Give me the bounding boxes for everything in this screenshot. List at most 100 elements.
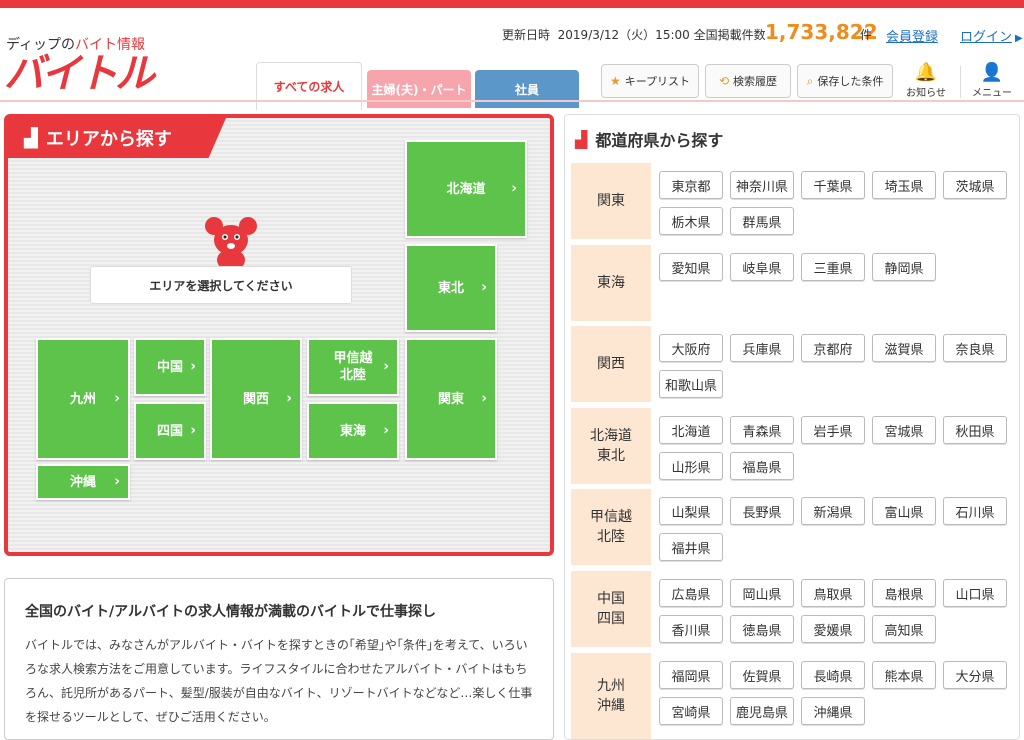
prefecture-button[interactable]: 群馬県 [730,207,794,235]
region-kyushu-button[interactable]: 九州 › [36,338,130,460]
info-box: 全国のバイト/アルバイトの求人情報が満載のバイトルで仕事探し バイトルでは、みな… [4,578,554,740]
region-hokkaido-button[interactable]: 北海道 › [405,140,527,238]
chevron-right-icon: › [114,473,120,490]
notice-button[interactable]: 🔔 お知らせ [898,62,954,99]
prefecture-button[interactable]: 和歌山県 [659,370,723,398]
prefecture-button[interactable]: 岡山県 [730,579,794,607]
saved-conditions-button[interactable]: ⌕ 保存した条件 [797,64,893,98]
region-kansai-button[interactable]: 関西 › [210,338,302,460]
prefecture-button[interactable]: 鳥取県 [801,579,865,607]
prefecture-button[interactable]: 広島県 [659,579,723,607]
region-okinawa-button[interactable]: 沖縄 › [36,464,130,500]
prefecture-button[interactable]: 神奈川県 [730,171,794,199]
chevron-right-icon: › [481,279,487,296]
prefecture-button[interactable]: 石川県 [943,497,1007,525]
register-link[interactable]: 会員登録 [886,26,938,45]
chevron-right-icon: › [383,422,389,439]
prefecture-button[interactable]: 福井県 [659,533,723,561]
tab-employee[interactable]: 社員 [475,70,579,108]
prefecture-button[interactable]: 熊本県 [872,661,936,689]
tab-part-time[interactable]: 主婦(夫)・パート [367,70,471,108]
region-kanto-button[interactable]: 関東 › [405,338,497,460]
prefecture-button[interactable]: 山梨県 [659,497,723,525]
keep-list-button[interactable]: ★ キープリスト [601,64,699,98]
chevron-right-icon: › [114,390,120,407]
prefecture-button[interactable]: 岐阜県 [730,253,794,281]
prefecture-button[interactable]: 富山県 [872,497,936,525]
prefecture-button[interactable]: 千葉県 [801,171,865,199]
prefecture-group-row: 東海 愛知県 岐阜県 三重県 静岡県 [571,245,1013,321]
region-tohoku-button[interactable]: 東北 › [405,244,497,332]
prefecture-button[interactable]: 山形県 [659,452,723,480]
prefecture-button[interactable]: 兵庫県 [730,334,794,362]
chevron-right-icon: › [286,390,292,407]
prefecture-button[interactable]: 茨城県 [943,171,1007,199]
prefecture-group-label: 関東 [571,163,651,239]
info-body: バイトルでは、みなさんがアルバイト・バイトを探すときの｢希望｣や｢条件｣を考えて… [25,638,533,724]
prefecture-button[interactable]: 長崎県 [801,661,865,689]
prefecture-group-label: 中国 四国 [571,571,651,647]
login-link[interactable]: ログイン ▶ [960,26,1023,45]
prefecture-group-row: 関西 大阪府 兵庫県 京都府 滋賀県 奈良県 和歌山県 [571,326,1013,402]
prefecture-button[interactable]: 静岡県 [872,253,936,281]
prefecture-button[interactable]: 北海道 [659,416,723,444]
search-history-button[interactable]: ⟲ 検索履歴 [705,64,791,98]
divider [960,66,961,98]
prefecture-button[interactable]: 岩手県 [801,416,865,444]
prefecture-search-heading: ▟ 都道府県から探す [575,129,724,151]
tab-all-jobs[interactable]: すべての求人 [256,62,362,110]
prefecture-group-label: 甲信越 北陸 [571,489,651,565]
history-icon: ⟲ [718,74,730,88]
region-shikoku-button[interactable]: 四国 › [134,402,206,460]
header-divider [0,100,1024,102]
prefecture-button[interactable]: 東京都 [659,171,723,199]
search-icon: ⌕ [806,73,814,88]
prefecture-button[interactable]: 秋田県 [943,416,1007,444]
prefecture-group-label: 東海 [571,245,651,321]
select-area-message: エリアを選択してください [90,266,352,304]
prefecture-button[interactable]: 三重県 [801,253,865,281]
prefecture-button[interactable]: 埼玉県 [872,171,936,199]
user-icon: 👤 [980,62,1004,83]
prefecture-button[interactable]: 高知県 [872,615,936,643]
prefecture-button[interactable]: 島根県 [872,579,936,607]
prefecture-button[interactable]: 香川県 [659,615,723,643]
prefecture-button[interactable]: 奈良県 [943,334,1007,362]
prefecture-button[interactable]: 京都府 [801,334,865,362]
region-koshinetsu-button[interactable]: 甲信越 北陸 › [307,338,399,396]
prefecture-button[interactable]: 大阪府 [659,334,723,362]
star-icon: ★ [609,74,621,88]
chevron-right-icon: › [511,180,517,197]
site-header: ディップのバイト情報 バイトル 更新日時 2019/3/12（火）15:00 全… [0,8,1024,110]
top-accent-bar [0,0,1024,8]
map-icon: ▟ [24,127,38,149]
prefecture-button[interactable]: 大分県 [943,661,1007,689]
prefecture-button[interactable]: 沖縄県 [801,697,865,725]
region-chugoku-button[interactable]: 中国 › [134,338,206,396]
chevron-right-icon: › [383,358,389,375]
prefecture-button[interactable]: 福岡県 [659,661,723,689]
prefecture-button[interactable]: 栃木県 [659,207,723,235]
prefecture-button[interactable]: 愛知県 [659,253,723,281]
prefecture-button[interactable]: 滋賀県 [872,334,936,362]
prefecture-group-row: 中国 四国 広島県 岡山県 鳥取県 島根県 山口県香川県 徳島県 愛媛県 高知県 [571,571,1013,647]
prefecture-button[interactable]: 新潟県 [801,497,865,525]
prefecture-group-row: 甲信越 北陸 山梨県 長野県 新潟県 富山県 石川県福井県 [571,489,1013,565]
prefecture-button[interactable]: 福島県 [730,452,794,480]
prefecture-button[interactable]: 佐賀県 [730,661,794,689]
prefecture-button[interactable]: 山口県 [943,579,1007,607]
menu-button[interactable]: 👤 メニュー [964,62,1020,99]
mascot-icon [205,217,257,272]
region-tokai-button[interactable]: 東海 › [307,402,399,460]
prefecture-group-label: 九州 沖縄 [571,653,651,739]
area-search-heading: ▟ エリアから探す [8,118,226,158]
prefecture-button[interactable]: 鹿児島県 [730,697,794,725]
site-logo[interactable]: バイトル [4,50,155,98]
prefecture-button[interactable]: 長野県 [730,497,794,525]
prefecture-button[interactable]: 宮崎県 [659,697,723,725]
prefecture-button[interactable]: 青森県 [730,416,794,444]
prefecture-button[interactable]: 宮城県 [872,416,936,444]
prefecture-group-row: 北海道 東北 北海道 青森県 岩手県 宮城県 秋田県 山形県 福島県 [571,408,1013,484]
prefecture-button[interactable]: 徳島県 [730,615,794,643]
prefecture-button[interactable]: 愛媛県 [801,615,865,643]
